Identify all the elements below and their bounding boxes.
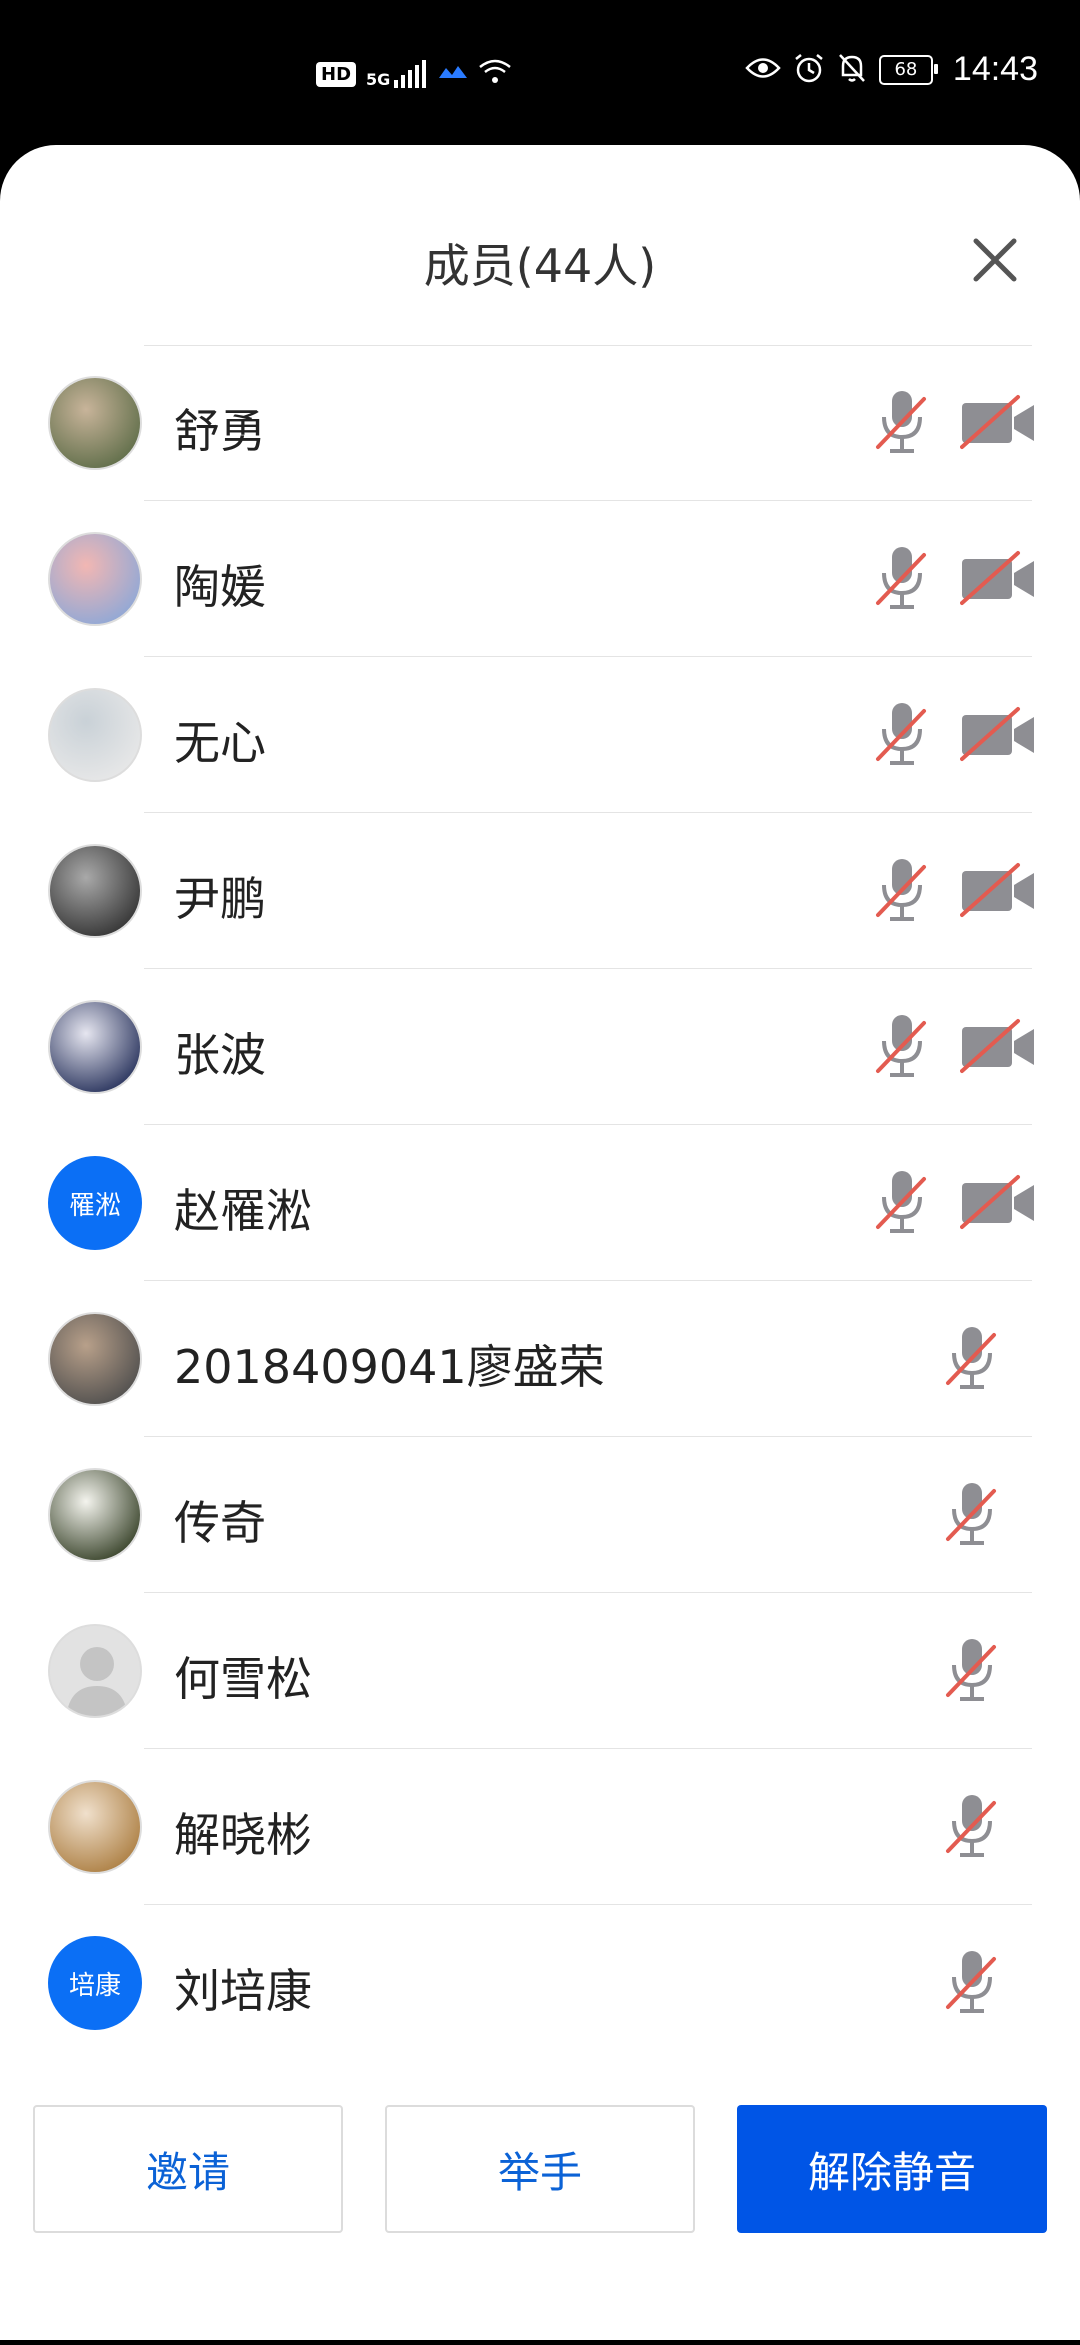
mic-muted-icon[interactable] bbox=[872, 543, 932, 613]
notifications-off-icon bbox=[837, 52, 867, 88]
camera-off-icon[interactable] bbox=[960, 705, 1036, 765]
alarm-icon bbox=[793, 52, 825, 88]
member-name: 刘培康 bbox=[174, 1964, 312, 2018]
avatar bbox=[48, 532, 142, 626]
member-row[interactable]: 何雪松 bbox=[0, 1593, 1080, 1749]
avatar bbox=[48, 688, 142, 782]
mic-muted-icon[interactable] bbox=[872, 1011, 932, 1081]
member-name: 舒勇 bbox=[174, 404, 266, 458]
camera-off-icon[interactable] bbox=[960, 861, 1036, 921]
member-name: 尹鹏 bbox=[174, 872, 266, 926]
avatar bbox=[48, 1312, 142, 1406]
avatar-initials: 培康 bbox=[68, 1970, 121, 2001]
member-row[interactable]: 培康 刘培康 bbox=[0, 1905, 1080, 2061]
avatar bbox=[48, 376, 142, 470]
panel-title: 成员(44人) bbox=[423, 239, 657, 293]
member-name: 传奇 bbox=[174, 1496, 266, 1550]
member-row[interactable]: 传奇 bbox=[0, 1437, 1080, 1593]
close-button[interactable] bbox=[960, 225, 1030, 295]
app-notification-icon bbox=[438, 62, 468, 86]
avatar bbox=[48, 1624, 142, 1718]
mic-muted-icon[interactable] bbox=[942, 1635, 1002, 1705]
mic-muted-icon[interactable] bbox=[872, 1167, 932, 1237]
eye-comfort-icon bbox=[745, 55, 781, 85]
network-type: 5G bbox=[366, 70, 391, 89]
member-row[interactable]: 陶媛 bbox=[0, 501, 1080, 657]
mic-muted-icon[interactable] bbox=[942, 1479, 1002, 1549]
mic-muted-icon[interactable] bbox=[872, 855, 932, 925]
raise-hand-button[interactable]: 举手 bbox=[385, 2105, 695, 2233]
avatar bbox=[48, 1468, 142, 1562]
mic-muted-icon[interactable] bbox=[872, 387, 932, 457]
mic-muted-icon[interactable] bbox=[872, 699, 932, 769]
member-row[interactable]: 尹鹏 bbox=[0, 813, 1080, 969]
avatar: 培康 bbox=[48, 1936, 142, 2030]
camera-off-icon[interactable] bbox=[960, 1173, 1036, 1233]
avatar-initials: 罹淞 bbox=[68, 1190, 121, 1221]
member-name: 赵罹淞 bbox=[174, 1184, 312, 1238]
mic-muted-icon[interactable] bbox=[942, 1947, 1002, 2017]
member-name: 陶媛 bbox=[174, 560, 266, 614]
member-row[interactable]: 罹淞 赵罹淞 bbox=[0, 1125, 1080, 1281]
unmute-button[interactable]: 解除静音 bbox=[737, 2105, 1047, 2233]
action-bar: 邀请 举手 解除静音 bbox=[0, 2105, 1080, 2345]
close-icon bbox=[973, 238, 1017, 282]
member-list: 舒勇陶媛无心尹鹏张波罹淞 赵罹淞 2018409041廖盛荣 传奇何雪松解晓彬培康 刘培… bbox=[0, 345, 1080, 2061]
member-name: 2018409041廖盛荣 bbox=[174, 1340, 605, 1394]
member-row[interactable]: 2018409041廖盛荣 bbox=[0, 1281, 1080, 1437]
avatar bbox=[48, 844, 142, 938]
avatar: 罹淞 bbox=[48, 1156, 142, 1250]
status-right-group: 68 14:43 bbox=[745, 50, 1038, 89]
default-person-icon bbox=[66, 1647, 128, 1716]
member-name: 何雪松 bbox=[174, 1652, 312, 1706]
invite-button[interactable]: 邀请 bbox=[33, 2105, 343, 2233]
avatar bbox=[48, 1780, 142, 1874]
clock: 14:43 bbox=[952, 50, 1038, 88]
member-name: 无心 bbox=[174, 716, 266, 770]
member-name: 张波 bbox=[174, 1028, 266, 1082]
status-left-group: HD 5G bbox=[316, 58, 512, 90]
mic-muted-icon[interactable] bbox=[942, 1323, 1002, 1393]
camera-off-icon[interactable] bbox=[960, 393, 1036, 453]
members-panel: 成员(44人) 舒勇陶媛无心尹鹏张波罹淞 赵罹淞 2018409041廖盛荣 传奇何雪… bbox=[0, 145, 1080, 2340]
member-name: 解晓彬 bbox=[174, 1808, 312, 1862]
member-row[interactable]: 无心 bbox=[0, 657, 1080, 813]
hd-indicator: HD bbox=[316, 61, 357, 87]
status-bar: HD 5G 68 14:43 bbox=[0, 0, 1080, 145]
mic-muted-icon[interactable] bbox=[942, 1791, 1002, 1861]
cellular-signal-icon: 5G bbox=[366, 60, 428, 88]
member-row[interactable]: 张波 bbox=[0, 969, 1080, 1125]
avatar bbox=[48, 1000, 142, 1094]
member-row[interactable]: 舒勇 bbox=[0, 345, 1080, 501]
battery-indicator: 68 bbox=[878, 54, 938, 85]
camera-off-icon[interactable] bbox=[960, 1017, 1036, 1077]
camera-off-icon[interactable] bbox=[960, 549, 1036, 609]
wifi-icon bbox=[478, 58, 512, 90]
member-row[interactable]: 解晓彬 bbox=[0, 1749, 1080, 1905]
